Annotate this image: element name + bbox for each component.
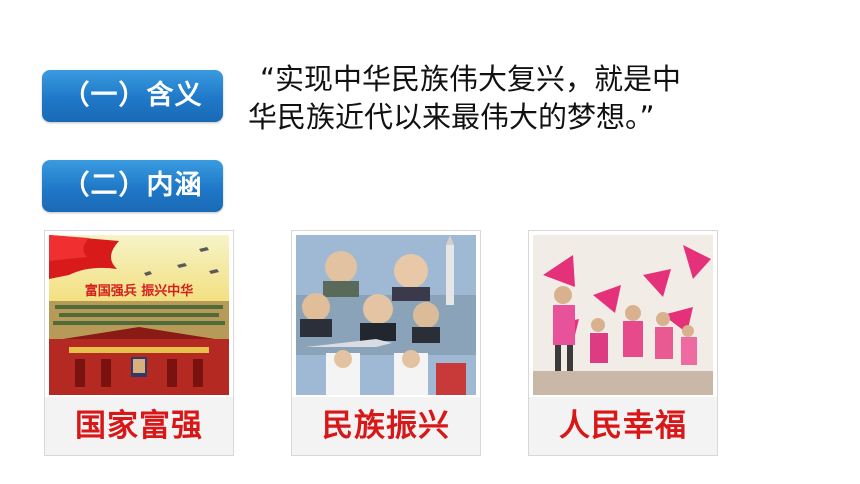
quote-line-1: “实现中华民族伟大复兴，就是中 (260, 62, 682, 96)
card-national-rejuvenation: 民族振兴 (291, 230, 481, 456)
quote-text: “实现中华民族伟大复兴，就是中 华民族近代以来最伟大的梦想。” (248, 60, 768, 136)
card-national-prosperity: 富国强兵 振兴中华 国家富强 (44, 230, 234, 456)
card-peoples-happiness: 人民幸福 (528, 230, 718, 456)
quote-line-2: 华民族近代以来最伟大的梦想。” (248, 100, 655, 134)
card-caption: 国家富强 (45, 397, 233, 455)
card-caption: 人民幸福 (529, 397, 717, 455)
fan-dancers-image (533, 235, 713, 395)
section-label-connotation: （二）内涵 (42, 160, 223, 212)
card-caption: 民族振兴 (292, 397, 480, 455)
banner-slogan: 富国强兵 振兴中华 (85, 283, 194, 299)
leaders-collage-image (296, 235, 476, 395)
tiananmen-parade-image: 富国强兵 振兴中华 (49, 235, 229, 395)
section-label-meaning: （一）含义 (42, 70, 223, 122)
